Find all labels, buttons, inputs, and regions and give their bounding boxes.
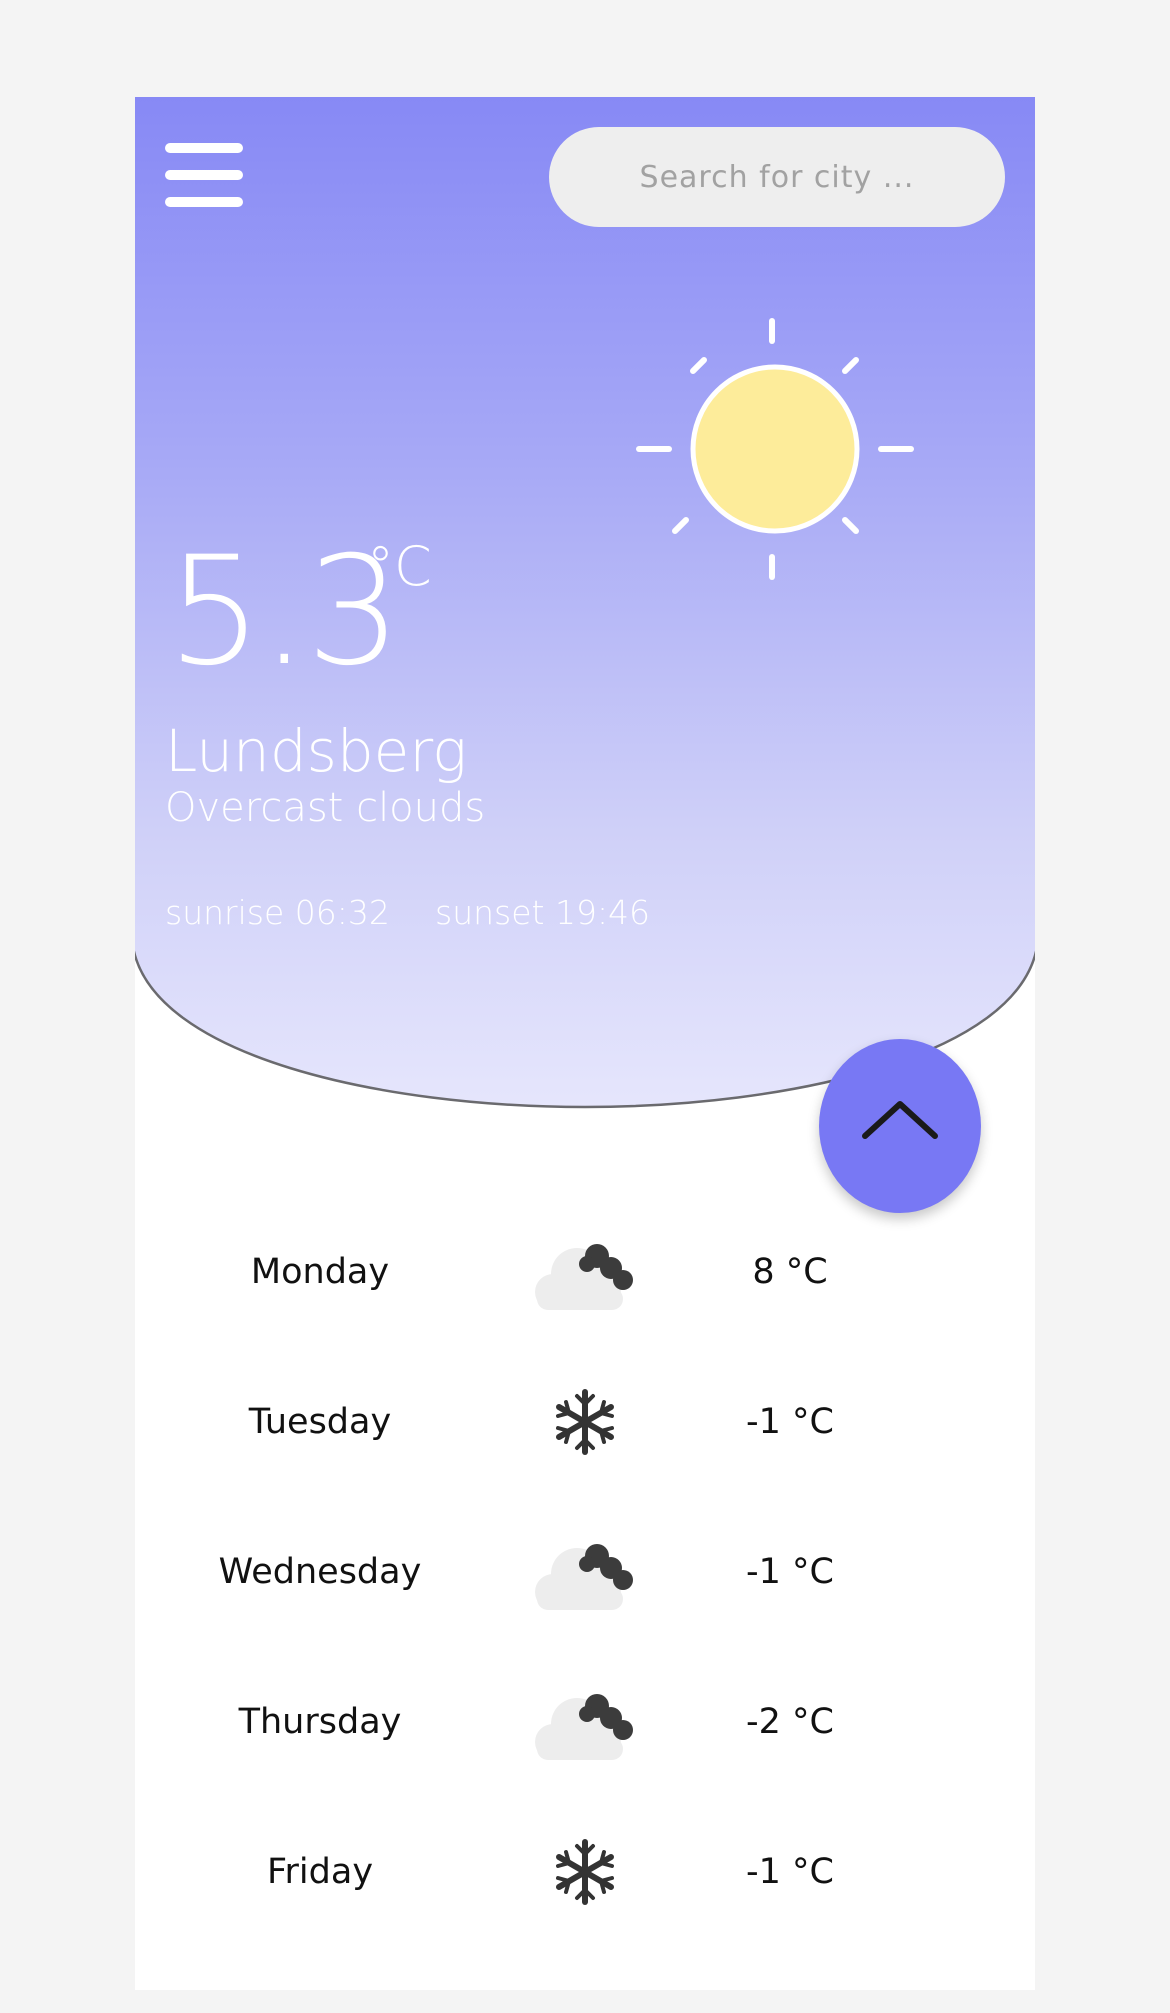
forecast-day: Thursday (238, 1702, 402, 1742)
expand-button[interactable] (819, 1039, 981, 1213)
forecast-day: Wednesday (218, 1552, 422, 1592)
sunset-time: sunset 19:46 (435, 893, 651, 932)
snowflake-icon (556, 1839, 614, 1905)
forecast-temperature: 8 °C (752, 1252, 828, 1292)
current-temperature: 5.3 (167, 525, 402, 699)
weather-card: 5.3 °C Lundsberg Overcast clouds sunrise… (135, 97, 1035, 1990)
sunrise-time: sunrise 06:32 (165, 893, 390, 932)
forecast-temperature: -1 °C (746, 1402, 834, 1442)
chevron-up-icon (862, 1101, 938, 1139)
forecast-temperature: -1 °C (746, 1552, 834, 1592)
current-weather-panel: 5.3 °C Lundsberg Overcast clouds sunrise… (135, 97, 1035, 1147)
forecast-temperature: -2 °C (746, 1702, 834, 1742)
cloud-icon (535, 1544, 633, 1610)
forecast-row: Friday -1 °C (135, 1797, 1035, 1947)
cloud-icon (535, 1694, 633, 1760)
temperature-unit: °C (367, 535, 432, 598)
forecast-day: Tuesday (248, 1402, 392, 1442)
cloud-icon (535, 1244, 633, 1310)
search-input[interactable] (549, 127, 1005, 227)
forecast-row: Tuesday -1 °C (135, 1347, 1035, 1497)
forecast-day: Monday (250, 1252, 390, 1292)
forecast-row: Wednesday -1 °C (135, 1497, 1035, 1647)
forecast-row: Thursday -2 °C (135, 1647, 1035, 1797)
forecast-row: Monday 8 °C (135, 1197, 1035, 1347)
menu-button[interactable] (165, 143, 243, 207)
snowflake-icon (556, 1389, 614, 1455)
forecast-list: Monday 8 °C Tuesday -1 °C Wednesday -1 °… (135, 1197, 1035, 1947)
forecast-day: Friday (266, 1852, 374, 1892)
sun-icon (636, 318, 914, 580)
city-name: Lundsberg (165, 717, 467, 785)
weather-description: Overcast clouds (165, 785, 486, 831)
forecast-temperature: -1 °C (746, 1852, 834, 1892)
